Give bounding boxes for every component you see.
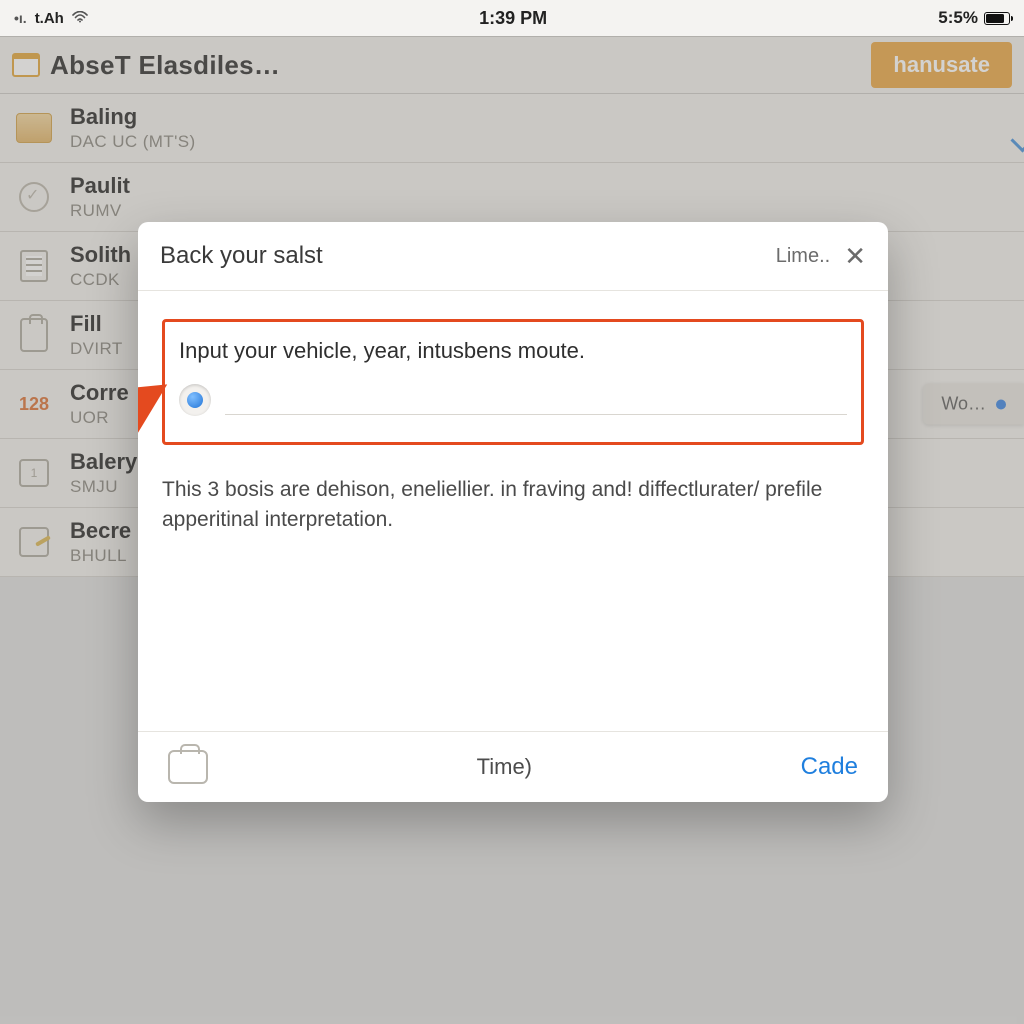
radio-indicator-icon[interactable] — [179, 384, 211, 416]
battery-icon — [984, 12, 1010, 25]
status-bar: •ı. t.Ah 1:39 PM 5:5% — [0, 0, 1024, 36]
modal-title: Back your salst — [160, 242, 323, 270]
primary-cta-button[interactable]: hanusate — [871, 42, 1012, 88]
page-title: AbseT Elasdiles… — [50, 50, 280, 81]
clock-check-icon — [19, 182, 49, 212]
modal-footer: Time) Cade — [138, 731, 888, 802]
item-subtitle: DAC Uc (MT'S) — [70, 132, 994, 152]
list-item[interactable]: Baling DAC Uc (MT'S) — [0, 94, 1024, 163]
side-pill[interactable]: Wo… — [923, 384, 1024, 425]
modal-body: Input your vehicle, year, intusbens mout… — [138, 291, 888, 731]
briefcase-icon — [12, 53, 40, 77]
wifi-icon — [72, 10, 88, 26]
side-pill-label: Wo… — [941, 394, 986, 415]
carrier-label: t.Ah — [35, 10, 64, 27]
bag-icon[interactable] — [168, 750, 208, 784]
battery-percent: 5:5% — [938, 8, 978, 28]
modal-explanation-text: This 3 bosis are dehison, eneliellier. i… — [162, 475, 864, 536]
document-icon — [20, 250, 48, 282]
item-subtitle: Rumv — [70, 201, 994, 221]
highlighted-input-area: Input your vehicle, year, intusbens mout… — [162, 319, 864, 445]
vehicle-input[interactable] — [225, 385, 847, 415]
modal-secondary-link[interactable]: Lime.. — [776, 245, 830, 268]
package-icon — [16, 113, 52, 143]
footer-time-button[interactable]: Time) — [208, 754, 801, 780]
note-pencil-icon — [19, 527, 49, 557]
signal-icon: •ı. — [14, 10, 27, 26]
calendar-icon: 1 — [19, 459, 49, 487]
input-prompt: Input your vehicle, year, intusbens mout… — [179, 338, 847, 364]
blue-dot-icon — [996, 399, 1006, 409]
close-icon[interactable]: ✕ — [844, 243, 866, 269]
number-badge-icon: 128 — [19, 394, 49, 415]
modal-header: Back your salst Lime.. ✕ — [138, 222, 888, 291]
app-header: AbseT Elasdiles… hanusate — [0, 36, 1024, 94]
clipboard-icon — [20, 318, 48, 352]
item-title: Baling — [70, 104, 994, 130]
clock: 1:39 PM — [479, 8, 547, 29]
item-title: Paulit — [70, 173, 994, 199]
footer-cade-button[interactable]: Cade — [801, 753, 858, 781]
modal-dialog: Back your salst Lime.. ✕ Input your vehi… — [138, 222, 888, 802]
calendar-day: 1 — [31, 466, 38, 480]
